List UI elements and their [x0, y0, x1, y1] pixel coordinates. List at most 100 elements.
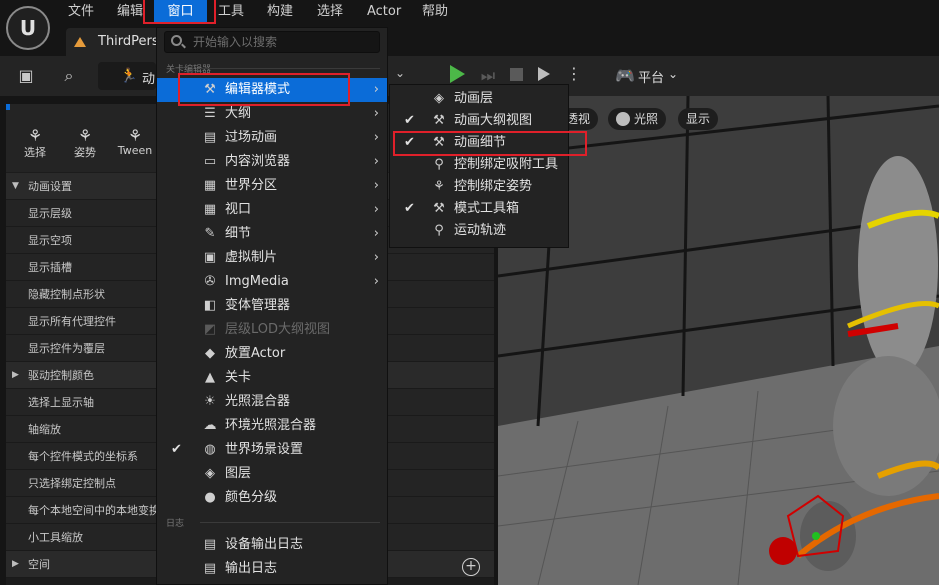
menu-item[interactable]: ▣ 虚拟制片 ›: [157, 246, 387, 270]
menu-build[interactable]: 构建: [267, 0, 293, 24]
menu-item[interactable]: ▤ 过场动画 ›: [157, 126, 387, 150]
folder-icon: ▭: [203, 154, 217, 169]
layers-icon: ◈: [205, 466, 215, 481]
menu-item[interactable]: ▲ 关卡: [157, 366, 387, 390]
color-grade-icon: ●: [204, 490, 216, 505]
viewport-lighting-button[interactable]: 光照: [608, 108, 667, 130]
menu-item[interactable]: ✇ ImgMedia ›: [157, 270, 387, 294]
caret-down-icon[interactable]: ▼: [12, 173, 19, 200]
section-divider: [200, 68, 380, 69]
property-label: 隐藏控制点形状: [28, 288, 105, 301]
property-label: 轴缩放: [28, 423, 61, 436]
running-man-icon: 🏃: [120, 68, 138, 84]
property-label: 显示层级: [28, 207, 72, 220]
chevron-right-icon: ›: [373, 274, 379, 289]
chevron-right-icon: ›: [373, 82, 379, 97]
details-icon: ✎: [204, 226, 216, 241]
snap-icon: ⚲: [434, 157, 444, 172]
menu-item-label: 世界分区: [225, 178, 278, 193]
menu-select[interactable]: 选择: [317, 0, 343, 24]
property-label: 每个控件模式的坐标系: [28, 450, 138, 463]
tween-icon[interactable]: ⚘: [112, 126, 158, 145]
property-label: 显示插槽: [28, 261, 72, 274]
menu-help[interactable]: 帮助: [422, 0, 448, 24]
menu-item[interactable]: ▦ 世界分区 ›: [157, 174, 387, 198]
add-space-icon[interactable]: +: [462, 558, 480, 576]
platform-chevron-icon[interactable]: ⌄: [668, 67, 678, 81]
chevron-right-icon: ›: [373, 130, 379, 145]
menu-edit[interactable]: 编辑: [117, 0, 143, 24]
browse-icon[interactable]: ⌕: [56, 66, 82, 86]
stop-icon[interactable]: [510, 68, 523, 81]
menu-item[interactable]: ◧ 变体管理器: [157, 294, 387, 318]
level-icon: ▲: [205, 370, 215, 385]
search-icon: [171, 35, 182, 46]
menu-item[interactable]: ⚲ 控制绑定吸附工具: [390, 154, 568, 176]
menu-item[interactable]: ● 颜色分级: [157, 486, 387, 510]
highlight-editor-mode: [178, 73, 350, 106]
menu-item-label: 动画层: [454, 91, 494, 106]
menu-item-label: 内容浏览器: [225, 154, 291, 169]
viewport-show-button[interactable]: 显示: [678, 108, 719, 130]
eject-icon[interactable]: [538, 67, 550, 81]
menu-item[interactable]: ◆ 放置Actor: [157, 342, 387, 366]
menu-item-label: 层级LOD大纲视图: [225, 322, 331, 337]
step-icon[interactable]: ⏭: [478, 66, 498, 86]
checkmark-icon: ✔: [404, 113, 415, 128]
menu-item-label: 视口: [225, 202, 252, 217]
caret-right-icon[interactable]: ▶: [12, 362, 19, 389]
section-label-log: 日志: [166, 519, 185, 529]
menu-item-label: 世界场景设置: [225, 442, 304, 457]
menu-file[interactable]: 文件: [68, 0, 94, 24]
menu-item[interactable]: ▭ 内容浏览器 ›: [157, 150, 387, 174]
chevron-down-icon[interactable]: ⌄: [392, 66, 408, 80]
anim-layer-icon: ◈: [434, 91, 444, 106]
gamepad-icon: 🎮: [615, 66, 635, 85]
panel-focus-marker: [6, 104, 10, 110]
menu-item[interactable]: ✔ ◍ 世界场景设置: [157, 438, 387, 462]
menu-actor[interactable]: Actor: [367, 0, 401, 24]
menu-item-label: 大纲: [225, 106, 252, 121]
hammer-icon: ⚒: [433, 201, 445, 216]
menu-item[interactable]: ✎ 细节 ›: [157, 222, 387, 246]
chevron-right-icon: ›: [373, 202, 379, 217]
menu-item: ◩ 层级LOD大纲视图: [157, 318, 387, 342]
menu-item[interactable]: ⚲ 运动轨迹: [390, 220, 568, 242]
viewport-lighting-label: 光照: [634, 112, 659, 126]
menu-item-label: 运动轨迹: [454, 223, 507, 238]
caret-right-icon[interactable]: ▶: [12, 551, 19, 578]
menu-item[interactable]: ✔ ⚒ 模式工具箱: [390, 198, 568, 220]
clapper-icon: ▤: [203, 130, 217, 145]
menu-item[interactable]: ▤ 设备输出日志: [157, 533, 387, 557]
unreal-logo-icon[interactable]: U: [6, 6, 50, 50]
play-icon[interactable]: [450, 65, 465, 83]
section-divider: [200, 522, 380, 523]
menu-item[interactable]: ✔ ⚒ 动画大纲视图: [390, 110, 568, 132]
menu-item[interactable]: ⚘ 控制绑定姿势: [390, 176, 568, 198]
menu-item-label: 模式工具箱: [454, 201, 520, 216]
mode-select-label[interactable]: 选择: [12, 144, 58, 160]
menu-item[interactable]: ☁ 环境光照混合器: [157, 414, 387, 438]
menu-item[interactable]: ▤ 输出日志: [157, 557, 387, 581]
menu-tools[interactable]: 工具: [218, 0, 244, 24]
lighting-sphere-icon: [616, 112, 630, 126]
globe-icon: ◍: [204, 442, 216, 457]
place-actor-icon: ◆: [205, 346, 215, 361]
menu-search-input[interactable]: 开始输入以搜索: [164, 31, 380, 53]
menu-item[interactable]: ◈ 动画层: [390, 88, 568, 110]
menu-item[interactable]: ◈ 图层: [157, 462, 387, 486]
menu-item[interactable]: ☀ 光照混合器: [157, 390, 387, 414]
menu-item-label: 环境光照混合器: [225, 418, 317, 433]
mode-pose-label[interactable]: 姿势: [62, 144, 108, 160]
pose-icon[interactable]: ⚘: [62, 126, 108, 145]
menu-item[interactable]: ▦ 视口 ›: [157, 198, 387, 222]
property-label: 小工具缩放: [28, 531, 83, 544]
more-options-icon[interactable]: ⋮: [566, 64, 582, 83]
select-icon[interactable]: ⚘: [12, 126, 58, 145]
platform-button[interactable]: 平台: [638, 67, 664, 86]
variant-icon: ◧: [203, 298, 217, 313]
mode-selector[interactable]: 🏃 动: [98, 62, 156, 90]
save-icon[interactable]: ▣: [14, 66, 38, 85]
light-mixer-icon: ☀: [204, 394, 216, 409]
mode-tween-label[interactable]: Tween: [112, 144, 158, 157]
